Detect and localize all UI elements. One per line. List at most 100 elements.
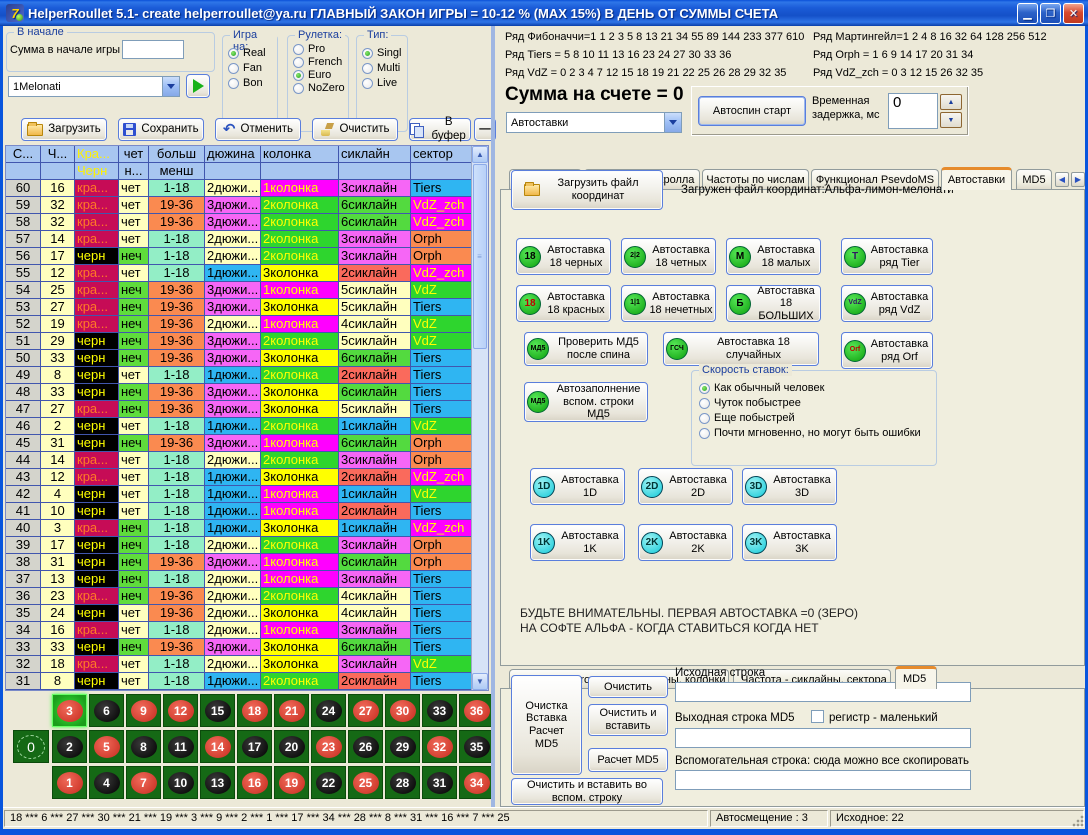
radio-type-multi[interactable]: Multi xyxy=(362,62,401,74)
header-cell[interactable] xyxy=(41,163,75,179)
header-cell[interactable]: больш xyxy=(149,146,205,162)
radio-roulette-french[interactable]: French xyxy=(293,56,345,68)
scroll-up-icon[interactable]: ▲ xyxy=(472,146,488,163)
autobet-1d-button[interactable]: 1DАвтоставка 1D xyxy=(530,468,625,505)
table-row[interactable]: 5932кра...чет19-363дюжи...2колонка6сикла… xyxy=(6,197,471,214)
roulette-cell-10[interactable]: 10 xyxy=(163,766,198,799)
header-cell[interactable]: Ч... xyxy=(41,146,75,162)
header-cell[interactable]: дюжина xyxy=(205,146,261,162)
delay-spinner[interactable]: ▲ ▼ xyxy=(940,94,962,128)
close-button[interactable]: ✕ xyxy=(1063,3,1084,24)
header-cell[interactable]: менш xyxy=(149,163,205,179)
table-row[interactable]: 3416кра...чет1-182дюжи...1колонка3сиклай… xyxy=(6,622,471,639)
chevron-down-icon[interactable] xyxy=(664,113,681,132)
roulette-cell-14[interactable]: 14 xyxy=(200,730,235,763)
header-cell[interactable]: сиклайн xyxy=(339,146,411,162)
roulette-cell-30[interactable]: 30 xyxy=(385,694,420,727)
roulette-cell-20[interactable]: 20 xyxy=(274,730,309,763)
roulette-cell-2[interactable]: 2 xyxy=(52,730,87,763)
roulette-cell-5[interactable]: 5 xyxy=(89,730,124,763)
radio-speed--[interactable]: Почти мгновенно, но могут быть ошибки xyxy=(699,427,921,439)
toolbar-load-button[interactable]: Загрузить xyxy=(21,118,107,141)
bottom-tab-3[interactable]: MD5 xyxy=(895,666,937,689)
roulette-cell-33[interactable]: 33 xyxy=(422,694,457,727)
table-row[interactable]: 5512кра...чет1-181дюжи...3колонка2сиклай… xyxy=(6,265,471,282)
roulette-cell-32[interactable]: 32 xyxy=(422,730,457,763)
radio-roulette-pro[interactable]: Pro xyxy=(293,43,345,55)
table-row[interactable]: 424чернчет1-181дюжи...1колонка1сиклайнVd… xyxy=(6,486,471,503)
roulette-cell-23[interactable]: 23 xyxy=(311,730,346,763)
radio-speed--[interactable]: Еще побыстрей xyxy=(699,412,921,424)
md5-calc-button[interactable]: Расчет MD5 xyxy=(588,748,668,772)
table-row[interactable]: 5714кра...чет1-182дюжи...2колонка3сиклай… xyxy=(6,231,471,248)
autobet-button[interactable]: 18Автоставка 18 красных xyxy=(516,285,611,322)
table-scrollbar[interactable]: ▲ ≡ ▼ xyxy=(471,146,488,690)
roulette-cell-9[interactable]: 9 xyxy=(126,694,161,727)
spin-down-icon[interactable]: ▼ xyxy=(940,112,962,128)
header-cell[interactable] xyxy=(411,163,471,179)
radio-speed--[interactable]: Как обычный человек xyxy=(699,382,921,394)
table-row[interactable]: 4531черннеч19-363дюжи...1колонка6сиклайн… xyxy=(6,435,471,452)
radio-game-fan[interactable]: Fan xyxy=(228,62,266,74)
autobet-button[interactable]: БАвтоставка 18 БОЛЬШИХ xyxy=(726,285,821,322)
roulette-cell-0[interactable]: 0 xyxy=(13,730,49,763)
toolbar-buffer-button[interactable]: В буфер xyxy=(409,118,471,141)
md5-clear-paste-button[interactable]: Очистить и вставить xyxy=(588,704,668,736)
radio-type-live[interactable]: Live xyxy=(362,77,401,89)
toolbar-save-button[interactable]: Сохранить xyxy=(118,118,204,141)
table-row[interactable]: 4414кра...чет1-182дюжи...2колонка3сиклай… xyxy=(6,452,471,469)
roulette-cell-34[interactable]: 34 xyxy=(459,766,494,799)
table-row[interactable]: 4312кра...чет1-181дюжи...3колонка2сиклай… xyxy=(6,469,471,486)
minimize-button[interactable]: ▁ xyxy=(1017,3,1038,24)
roulette-cell-28[interactable]: 28 xyxy=(385,766,420,799)
header-cell[interactable]: чет xyxy=(119,146,149,162)
roulette-cell-36[interactable]: 36 xyxy=(459,694,494,727)
autobet-button[interactable]: 18Автоставка 18 черных xyxy=(516,238,611,275)
autobet-3k-button[interactable]: 3KАвтоставка 3K xyxy=(742,524,837,561)
radio-type-singl[interactable]: Singl xyxy=(362,47,401,59)
spin-up-icon[interactable]: ▲ xyxy=(940,94,962,110)
roulette-cell-35[interactable]: 35 xyxy=(459,730,494,763)
autobet-button[interactable]: 2|2Автоставка 18 четных xyxy=(621,238,716,275)
table-row[interactable]: 318чернчет1-181дюжи...2колонка2сиклайнTi… xyxy=(6,673,471,690)
load-coords-button[interactable]: Загрузить файл координат xyxy=(511,170,663,210)
roulette-cell-8[interactable]: 8 xyxy=(126,730,161,763)
tab-md5[interactable]: MD5 xyxy=(1016,169,1052,190)
roulette-cell-27[interactable]: 27 xyxy=(348,694,383,727)
toolbar-undo-button[interactable]: ↶Отменить xyxy=(215,118,301,141)
table-row[interactable]: 5425кра...неч19-363дюжи...1колонка5сикла… xyxy=(6,282,471,299)
roulette-cell-6[interactable]: 6 xyxy=(89,694,124,727)
roulette-cell-13[interactable]: 13 xyxy=(200,766,235,799)
delay-input[interactable]: 0 xyxy=(888,93,938,129)
roulette-cell-17[interactable]: 17 xyxy=(237,730,272,763)
table-row[interactable]: 498чернчет1-181дюжи...2колонка2сиклайнTi… xyxy=(6,367,471,384)
header-cell[interactable]: С... xyxy=(6,146,41,162)
autobet-orf-button[interactable]: OrfАвтоставка ряд Orf xyxy=(841,332,933,369)
table-row[interactable]: 3623кра...неч19-362дюжи...2колонка4сикла… xyxy=(6,588,471,605)
table-row[interactable]: 3831черннеч19-363дюжи...1колонка6сиклайн… xyxy=(6,554,471,571)
header-cell[interactable]: н... xyxy=(119,163,149,179)
tab-scroll-left-icon[interactable]: ◀ xyxy=(1055,172,1069,187)
autospin-start-button[interactable]: Автоспин старт xyxy=(698,96,806,126)
table-row[interactable]: 4833черннеч19-363дюжи...3колонка6сиклайн… xyxy=(6,384,471,401)
table-row[interactable]: 5129черннеч19-363дюжи...2колонка5сиклайн… xyxy=(6,333,471,350)
table-row[interactable]: 4110чернчет1-181дюжи...1колонка2сиклайнT… xyxy=(6,503,471,520)
header-cell[interactable] xyxy=(6,163,41,179)
scrollbar-thumb[interactable]: ≡ xyxy=(473,164,487,349)
roulette-cell-3[interactable]: 3 xyxy=(52,694,87,727)
table-row[interactable]: 5327кра...неч19-363дюжи...3колонка5сикла… xyxy=(6,299,471,316)
autobet-2d-button[interactable]: 2DАвтоставка 2D xyxy=(638,468,733,505)
table-row[interactable]: 3218кра...чет1-182дюжи...3колонка3сиклай… xyxy=(6,656,471,673)
roulette-cell-25[interactable]: 25 xyxy=(348,766,383,799)
table-row[interactable]: 5033черннеч19-363дюжи...3колонка6сиклайн… xyxy=(6,350,471,367)
radio-game-bon[interactable]: Bon xyxy=(228,77,266,89)
resize-grip[interactable] xyxy=(1071,814,1084,827)
check-md5-button[interactable]: МД5Проверить МД5 после спина xyxy=(524,332,648,366)
header-cell[interactable] xyxy=(261,163,339,179)
md5-clear-paste-aux-button[interactable]: Очистить и вставить во вспом. строку xyxy=(511,778,663,805)
autobet-random-button[interactable]: ГСЧАвтоставка 18 случайных xyxy=(663,332,819,366)
table-row[interactable]: 4727кра...неч19-363дюжи...3колонка5сикла… xyxy=(6,401,471,418)
maximize-button[interactable]: ❐ xyxy=(1040,3,1061,24)
mode-combo[interactable]: Автоставки xyxy=(506,112,682,133)
roulette-cell-16[interactable]: 16 xyxy=(237,766,272,799)
